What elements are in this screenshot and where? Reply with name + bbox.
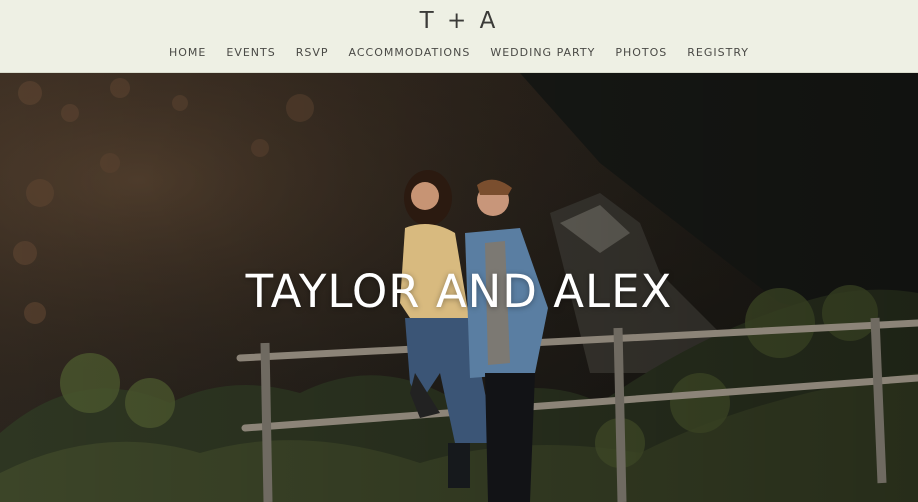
nav-item-wedding-party[interactable]: WEDDING PARTY <box>490 46 595 59</box>
hero-title: TAYLOR AND ALEX <box>245 265 673 318</box>
hero-section: TAYLOR AND ALEX <box>0 73 918 502</box>
site-header: T + A HOME EVENTS RSVP ACCOMMODATIONS WE… <box>0 0 918 73</box>
nav-item-home[interactable]: HOME <box>169 46 206 59</box>
nav-item-photos[interactable]: PHOTOS <box>615 46 667 59</box>
main-nav: HOME EVENTS RSVP ACCOMMODATIONS WEDDING … <box>0 46 918 59</box>
nav-item-accommodations[interactable]: ACCOMMODATIONS <box>349 46 471 59</box>
nav-item-events[interactable]: EVENTS <box>226 46 275 59</box>
nav-item-rsvp[interactable]: RSVP <box>296 46 329 59</box>
nav-item-registry[interactable]: REGISTRY <box>687 46 749 59</box>
site-logo[interactable]: T + A <box>0 8 918 34</box>
